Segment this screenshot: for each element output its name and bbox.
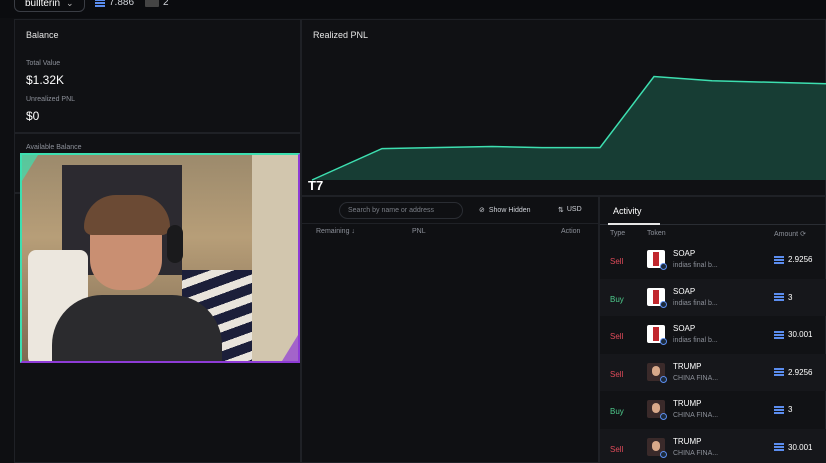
trade-amount: 30.001 (774, 330, 812, 339)
activity-row[interactable]: Sell SOAP indias final b... 2.9256 (600, 241, 826, 278)
chart-watermark: T7 (308, 178, 323, 193)
wallet-icon (145, 0, 159, 7)
token-badge-icon (660, 375, 667, 383)
activity-row[interactable]: Sell TRUMP CHINA FINA... 30.001 (600, 428, 826, 463)
cam-corner-accent (22, 155, 38, 181)
currency-label: USD (566, 206, 582, 213)
positions-panel: Search by name or address ⊘ Show Hidden … (301, 196, 600, 463)
activity-row[interactable]: Buy SOAP indias final b... 3 (600, 278, 826, 316)
token-name: SOAP (673, 286, 696, 296)
divider (302, 223, 600, 224)
swap-icon: ⇅ (558, 207, 564, 214)
pnl-chart: T7 (308, 75, 826, 193)
wallet-select[interactable]: bullterin ⌄ (14, 0, 85, 12)
token-badge-icon (660, 338, 667, 345)
solana-icon (774, 293, 784, 301)
currency-toggle[interactable]: ⇅ USD (558, 206, 582, 214)
eye-off-icon: ⊘ (479, 207, 485, 214)
total-value-label: Total Value (26, 60, 61, 67)
amount-value: 30.001 (788, 442, 813, 452)
amount-value: 2.9256 (788, 255, 813, 264)
token-desc: indias final b... (673, 337, 718, 344)
amount-value: 2.9256 (788, 367, 813, 377)
solana-icon (774, 330, 784, 339)
token-name: SOAP (673, 324, 696, 333)
col-amount-label: Amount (774, 231, 799, 238)
sol-balance-value: 7.886 (109, 0, 135, 8)
wallet-count-value: 2 (163, 0, 169, 8)
activity-row[interactable]: Sell TRUMP CHINA FINA... 2.9256 (600, 353, 826, 391)
unrealized-pnl-label: Unrealized PNL (26, 96, 76, 103)
token-desc: CHINA FINA... (673, 449, 719, 457)
token-badge-icon (660, 413, 667, 420)
col-remaining-label: Remaining (316, 228, 350, 235)
realized-pnl-panel: Realized PNL T7 (301, 19, 826, 196)
col-token: Token (647, 230, 666, 237)
headset-icon (167, 225, 183, 263)
trade-amount: 2.9256 (774, 255, 812, 264)
trade-type: Sell (610, 257, 624, 266)
activity-row[interactable]: Buy TRUMP CHINA FINA... 3 (600, 391, 826, 428)
amount-value: 30.001 (788, 330, 813, 339)
trade-amount: 3 (774, 405, 792, 414)
available-balance-label: Available Balance (26, 144, 82, 151)
token-badge-icon (660, 300, 667, 308)
solana-icon (95, 0, 105, 7)
show-hidden-toggle[interactable]: ⊘ Show Hidden (479, 206, 531, 215)
trade-amount: 2.9256 (774, 368, 812, 377)
sol-balance: 7.886 (95, 0, 134, 8)
webcam-person-hair (84, 195, 170, 235)
webcam-overlay (20, 153, 300, 363)
token-name: TRUMP (673, 399, 702, 408)
trade-type: Sell (610, 369, 624, 379)
balance-title: Balance (26, 30, 59, 40)
trade-amount: 3 (774, 293, 792, 302)
wallet-label: bullterin (25, 0, 61, 9)
search-placeholder: Search by name or address (348, 207, 434, 214)
webcam-door (252, 155, 298, 361)
amount-value: 3 (788, 292, 793, 302)
trade-type: Sell (610, 444, 624, 454)
activity-panel: Activity Type Token Amount ⟳ Sell SOAP ind… (599, 196, 826, 463)
balance-panel: Balance Total Value $1.32K Unrealized PN… (14, 19, 301, 133)
solana-icon (774, 368, 784, 376)
trade-type: Sell (610, 332, 624, 341)
cam-corner-accent (282, 335, 298, 361)
token-desc: CHINA FINA... (673, 412, 719, 419)
col-action: Action (561, 228, 581, 235)
trade-type: Buy (610, 407, 624, 416)
pnl-area (312, 76, 826, 180)
wallet-count: 2 (145, 0, 169, 8)
activity-row[interactable]: Sell SOAP indias final b... 30.001 (600, 316, 826, 353)
col-amount: Amount ⟳ (774, 230, 806, 238)
token-desc: indias final b... (673, 262, 718, 269)
chevron-down-icon: ⌄ (66, 0, 74, 8)
sort-down-icon: ↓ (351, 228, 355, 235)
col-type: Type (610, 230, 626, 237)
search-input[interactable]: Search by name or address (339, 202, 463, 219)
solana-icon (774, 443, 784, 451)
solana-icon (774, 255, 784, 264)
amount-value: 3 (788, 405, 793, 414)
trade-type: Buy (610, 294, 624, 304)
col-remaining[interactable]: Remaining ↓ (316, 228, 355, 235)
unrealized-pnl-value: $0 (26, 109, 40, 123)
tab-activity[interactable]: Activity (613, 206, 642, 216)
token-badge-icon (660, 450, 667, 458)
token-name: SOAP (673, 249, 696, 258)
token-desc: indias final b... (673, 299, 718, 307)
trade-amount: 30.001 (774, 443, 812, 452)
solana-icon (774, 405, 784, 414)
token-desc: CHINA FINA... (673, 374, 719, 382)
webcam-person-body (52, 295, 222, 361)
token-badge-icon (660, 263, 667, 270)
col-pnl: PNL (412, 228, 426, 235)
top-bar: bullterin ⌄ 7.886 2 (0, 0, 826, 18)
token-name: TRUMP (673, 436, 702, 446)
tab-activity-underline (608, 223, 660, 225)
token-name: TRUMP (673, 361, 702, 371)
total-value: $1.32K (26, 73, 65, 87)
show-hidden-label: Show Hidden (488, 206, 531, 214)
refresh-icon: ⟳ (800, 231, 806, 238)
